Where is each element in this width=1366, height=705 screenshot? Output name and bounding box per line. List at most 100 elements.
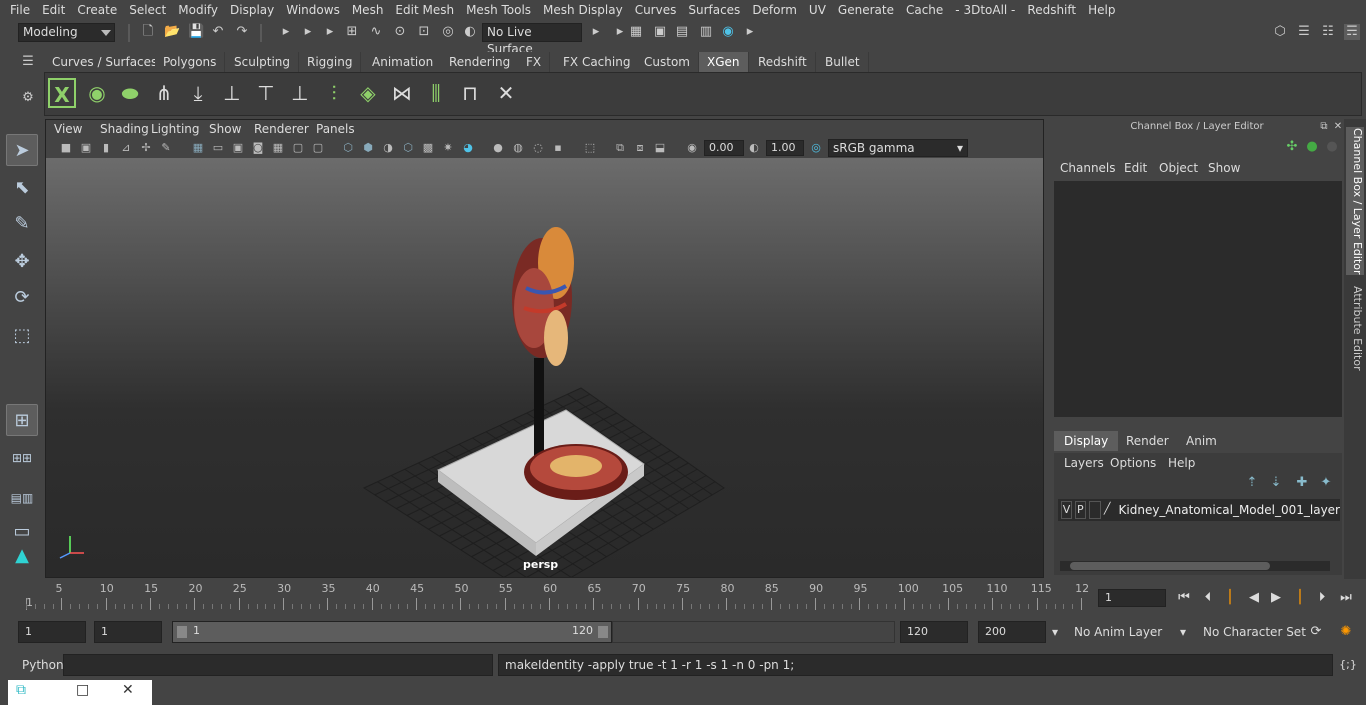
safe-action-icon[interactable]: ▢ (290, 140, 306, 156)
menu-help[interactable]: Help (1082, 0, 1121, 20)
shadows-icon[interactable]: ◕ (460, 140, 476, 156)
menu-redshift[interactable]: Redshift (1021, 0, 1082, 20)
le-menu-layers[interactable]: Layers (1064, 456, 1104, 470)
chevron-down-icon[interactable]: ▾ (1180, 621, 1190, 643)
cut-icon[interactable]: ⋈ (388, 78, 416, 108)
step-back-key-icon[interactable]: ⎮ (1220, 588, 1240, 608)
hypershade-icon[interactable]: ◉ (720, 24, 736, 40)
time-slider[interactable]: 1 5 10 15 20 25 30 35 40 45 50 55 60 65 70 75 80 85 90 95 10… (20, 582, 1090, 612)
menu-windows[interactable]: Windows (280, 0, 346, 20)
layout-side-icon[interactable]: ▤▥ (6, 482, 38, 514)
vp-menu-renderer[interactable]: Renderer (254, 120, 309, 138)
vp-menu-shading[interactable]: Shading (100, 120, 149, 138)
new-scene-icon[interactable]: 🗋 (140, 24, 156, 40)
shelf-tab-redshift[interactable]: Redshift (750, 52, 816, 72)
step-back-icon[interactable]: ⏴ (1198, 588, 1218, 608)
vp-menu-lighting[interactable]: Lighting (151, 120, 200, 138)
maximize-icon[interactable]: □ (76, 682, 89, 698)
move-tool-icon[interactable]: ✥ (6, 246, 38, 278)
select-tool-icon[interactable]: ➤ (6, 134, 38, 166)
move-guide-icon[interactable]: ⤓ (184, 78, 212, 108)
screen-space-ao-icon[interactable]: ● (490, 140, 506, 156)
render-settings-icon[interactable]: ▦ (628, 24, 644, 40)
shelf-tab-bullet[interactable]: Bullet (817, 52, 869, 72)
step-forward-icon[interactable]: ⏵ (1312, 588, 1332, 608)
minimized-window[interactable]: ⧉ □ ✕ (8, 680, 152, 705)
3d-viewport[interactable]: persp (46, 158, 1043, 577)
grease-pencil-icon[interactable]: ✎ (158, 140, 174, 156)
textured-icon[interactable]: ▩ (420, 140, 436, 156)
animation-prefs-icon[interactable]: ✺ (1336, 622, 1356, 642)
menu-mesh[interactable]: Mesh (346, 0, 390, 20)
history-icon[interactable]: ▸ (588, 24, 604, 40)
smooth-shade-icon[interactable]: ⬢ (360, 140, 376, 156)
shelf-tab-rigging[interactable]: Rigging (299, 52, 362, 72)
current-frame-field[interactable]: 1 (1098, 589, 1166, 607)
shelf-tab-animation[interactable]: Animation (364, 52, 443, 72)
layer-tab-anim[interactable]: Anim (1176, 431, 1227, 451)
start-frame-field[interactable]: 1 (18, 621, 86, 643)
shelf-tab-xgen[interactable]: XGen (699, 52, 749, 72)
lights-icon[interactable]: ✷ (440, 140, 456, 156)
play-forward-icon[interactable]: ▶ (1266, 588, 1286, 608)
new-layer-selected-icon[interactable]: ✦ (1318, 475, 1334, 491)
depth-of-field-icon[interactable]: ▪ (550, 140, 566, 156)
vp-menu-view[interactable]: View (54, 120, 82, 138)
menu-curves[interactable]: Curves (629, 0, 683, 20)
layer-color-icon[interactable]: ╱ (1104, 501, 1111, 519)
close-icon[interactable]: ✕ (122, 682, 134, 698)
menu-surfaces[interactable]: Surfaces (682, 0, 746, 20)
motion-blur-icon[interactable]: ◍ (510, 140, 526, 156)
exposure-icon[interactable]: ◉ (684, 140, 700, 156)
layer-tab-render[interactable]: Render (1116, 431, 1179, 451)
density-icon[interactable]: ◈ (354, 78, 382, 108)
vp-menu-show[interactable]: Show (209, 120, 241, 138)
place-guide-icon[interactable]: ⊥ (218, 78, 246, 108)
chevron-down-icon[interactable]: ▾ (1052, 621, 1062, 643)
layer-playback-toggle[interactable]: P (1074, 501, 1086, 519)
menu-uv[interactable]: UV (803, 0, 832, 20)
shelf-tab-fx-caching[interactable]: FX Caching (555, 52, 640, 72)
layout-four-icon[interactable]: ⊞⊞ (6, 442, 38, 474)
playback-end-field[interactable]: 120 (900, 621, 968, 643)
anti-aliasing-icon[interactable]: ◌ (530, 140, 546, 156)
field-chart-icon[interactable]: ▦ (270, 140, 286, 156)
layer-display-type[interactable] (1088, 501, 1101, 519)
menu-cache[interactable]: Cache (900, 0, 949, 20)
play-backward-icon[interactable]: ◀ (1244, 588, 1264, 608)
layer-scrollbar[interactable] (1060, 561, 1330, 571)
use-default-material-icon[interactable]: ◑ (380, 140, 396, 156)
step-forward-key-icon[interactable]: ⎮ (1290, 588, 1310, 608)
mode-select[interactable]: Modeling (18, 23, 115, 42)
output-ops-icon[interactable]: ▸ (300, 24, 316, 40)
undo-icon[interactable]: ↶ (210, 24, 226, 40)
side-tab-channel-box[interactable]: Channel Box / Layer Editor (1346, 127, 1364, 275)
isolate-select-icon[interactable]: ⬚ (582, 140, 598, 156)
auto-key-icon[interactable]: ⟳ (1306, 622, 1326, 642)
resolution-gate-icon[interactable]: ▣ (230, 140, 246, 156)
snap-curve-icon[interactable]: ∿ (368, 24, 384, 40)
width-icon[interactable]: ⊓ (456, 78, 484, 108)
outliner-icon[interactable]: ☰ (1296, 24, 1312, 40)
toolbar-toggle-icon[interactable]: ▸ (742, 24, 758, 40)
camera-attributes-icon[interactable]: ▣ (78, 140, 94, 156)
anim-layer-select[interactable]: No Anim Layer (1074, 621, 1162, 643)
range-track[interactable] (612, 621, 895, 643)
le-menu-options[interactable]: Options (1110, 456, 1156, 470)
range-slider[interactable]: 1 120 (172, 621, 612, 643)
attribute-toggle-icon[interactable]: ☷ (1320, 24, 1336, 40)
menu-display[interactable]: Display (224, 0, 280, 20)
gamma-field[interactable]: 1.00 (766, 140, 804, 156)
snap-projected-icon[interactable]: ⊡ (416, 24, 432, 40)
script-language-label[interactable]: Python (22, 658, 64, 672)
shelf-tab-rendering[interactable]: Rendering (441, 52, 520, 72)
film-gate-icon[interactable]: ▭ (210, 140, 226, 156)
scroll-thumb[interactable] (1070, 562, 1270, 570)
edit-guide-icon[interactable]: ⊤ (252, 78, 280, 108)
cb-menu-channels[interactable]: Channels (1060, 161, 1116, 175)
shelf-tab-fx[interactable]: FX (518, 52, 551, 72)
shelf-menu-icon[interactable]: ☰ (20, 54, 36, 70)
workspace-icon[interactable]: ⬡ (1272, 24, 1288, 40)
render-view-icon[interactable]: ▥ (698, 24, 714, 40)
axis-toggle-icon[interactable]: ✣ (1284, 139, 1300, 155)
